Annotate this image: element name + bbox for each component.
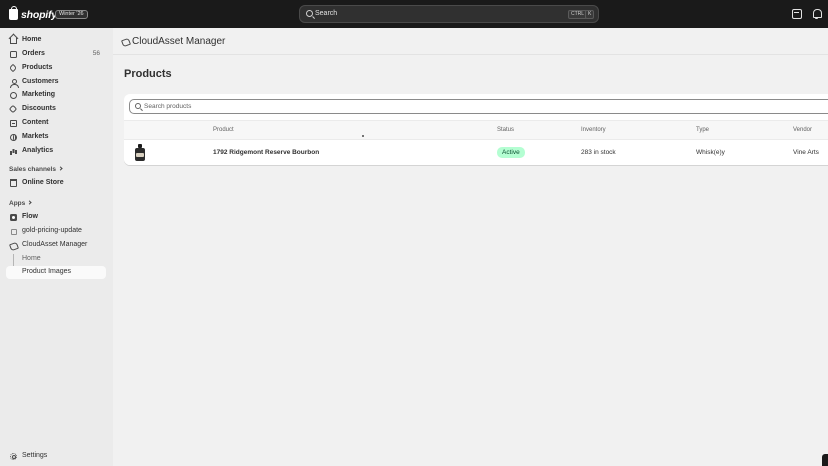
sidebar-item-orders[interactable]: Orders 56 <box>6 48 106 61</box>
orders-icon <box>10 51 17 58</box>
sidebar-subitem-label: Product Images <box>22 268 72 275</box>
search-icon <box>135 103 141 109</box>
chevron-right-icon <box>58 166 63 171</box>
sidebar-subitem-product-images[interactable]: Product Images <box>6 266 106 279</box>
app-title: CloudAsset Manager <box>132 36 226 47</box>
column-header-vendor[interactable]: Vendor <box>793 127 812 133</box>
person-icon <box>10 79 19 88</box>
sidebar-item-marketing[interactable]: Marketing <box>6 89 106 102</box>
product-search-field[interactable] <box>129 99 828 114</box>
shopify-bag-icon <box>9 6 18 20</box>
table-row[interactable]: 1792 Ridgemont Reserve Bourbon Active 28… <box>124 140 828 165</box>
flow-icon <box>10 214 17 221</box>
page-title: Products <box>124 68 172 80</box>
shopify-logo[interactable]: shopify <box>9 6 57 21</box>
status-badge: Active <box>497 147 525 158</box>
sidebar-item-label: Online Store <box>22 179 64 186</box>
app-title-bar: CloudAsset Manager <box>113 28 828 55</box>
gear-icon <box>10 453 17 460</box>
chevron-right-icon <box>27 200 32 205</box>
sidebar-item-label: Products <box>22 64 53 71</box>
top-bar: shopify Winter '26 Search CTRL K <box>0 0 828 28</box>
target-icon <box>10 92 17 99</box>
sidebar-item-label: gold-pricing-update <box>22 227 82 234</box>
cloud-asset-icon <box>122 38 130 46</box>
sidebar-item-home[interactable]: Home <box>6 34 106 47</box>
column-header-inventory[interactable]: Inventory <box>581 127 606 133</box>
sidebar-item-cloudasset-manager[interactable]: CloudAsset Manager <box>6 239 106 252</box>
sidebar-item-flow[interactable]: Flow <box>6 211 106 224</box>
sidebar-item-label: Home <box>22 36 42 43</box>
sales-channels-header[interactable]: Sales channels <box>9 166 63 173</box>
home-icon <box>10 37 17 44</box>
sidebar-item-analytics[interactable]: Analytics <box>6 145 106 158</box>
product-search-input[interactable] <box>144 101 744 112</box>
content-icon <box>10 120 17 127</box>
table-header: Product Status Inventory Type Vendor <box>124 120 828 140</box>
tag-icon <box>8 63 18 73</box>
sort-indicator-icon <box>362 135 364 137</box>
sales-channels-label: Sales channels <box>9 166 56 173</box>
corner-widget[interactable] <box>822 454 828 466</box>
sidebar-item-markets[interactable]: Markets <box>6 131 106 144</box>
sidebar-item-label: Orders <box>22 50 45 57</box>
online-store-icon <box>10 179 17 187</box>
bell-icon[interactable] <box>812 9 822 19</box>
discount-icon <box>8 104 18 114</box>
search-icon <box>306 10 313 17</box>
sidebar-item-settings[interactable]: Settings <box>6 450 106 463</box>
vendor-cell: Vine Arts <box>793 149 819 156</box>
sidebar-item-gold-pricing-update[interactable]: gold-pricing-update <box>6 225 106 238</box>
column-header-status[interactable]: Status <box>497 127 514 133</box>
sidebar-item-label: Markets <box>22 133 49 140</box>
sidebar-item-label: Marketing <box>22 91 56 98</box>
store-icon[interactable] <box>792 9 802 19</box>
sidebar-item-label: Content <box>22 119 49 126</box>
sidebar-subitem-label: Home <box>22 255 41 262</box>
bottle-label <box>136 153 144 157</box>
sidebar-item-label: CloudAsset Manager <box>22 241 88 248</box>
sidebar-item-customers[interactable]: Customers <box>6 76 106 89</box>
sidebar-item-label: Settings <box>22 452 48 459</box>
sidebar-item-products[interactable]: Products <box>6 62 106 75</box>
sidebar: Home Orders 56 Products Customers Market… <box>0 28 113 466</box>
apps-label: Apps <box>9 200 26 207</box>
main-content: CloudAsset Manager Products Product Stat… <box>113 28 828 466</box>
chart-icon <box>10 148 17 155</box>
products-card: Product Status Inventory Type Vendor 179… <box>124 94 828 165</box>
orders-count-badge: 56 <box>92 50 100 57</box>
apps-header[interactable]: Apps <box>9 200 32 207</box>
product-thumbnail <box>133 144 147 161</box>
sidebar-item-label: Customers <box>22 78 59 85</box>
sidebar-subitem-home[interactable]: Home <box>6 253 106 266</box>
edition-badge: Winter '26 <box>55 10 88 19</box>
shortcut-k-key: K <box>585 10 595 19</box>
global-search[interactable]: Search CTRL K <box>299 5 599 23</box>
sidebar-item-content[interactable]: Content <box>6 117 106 130</box>
cloud-asset-icon <box>10 242 17 249</box>
brand-name: shopify <box>21 8 57 21</box>
type-cell: Whisk(e)y <box>696 149 725 156</box>
column-header-product[interactable]: Product <box>213 127 234 133</box>
sidebar-item-label: Analytics <box>22 147 54 154</box>
inventory-cell: 283 in stock <box>581 149 616 156</box>
globe-icon <box>10 134 17 141</box>
sidebar-item-online-store[interactable]: Online Store <box>6 177 106 190</box>
app-icon <box>10 228 17 235</box>
sidebar-item-discounts[interactable]: Discounts <box>6 103 106 116</box>
sidebar-item-label: Discounts <box>22 105 56 112</box>
column-header-type[interactable]: Type <box>696 127 709 133</box>
product-name[interactable]: 1792 Ridgemont Reserve Bourbon <box>213 149 319 156</box>
sidebar-item-label: Flow <box>22 213 38 220</box>
global-search-placeholder: Search <box>315 10 338 17</box>
